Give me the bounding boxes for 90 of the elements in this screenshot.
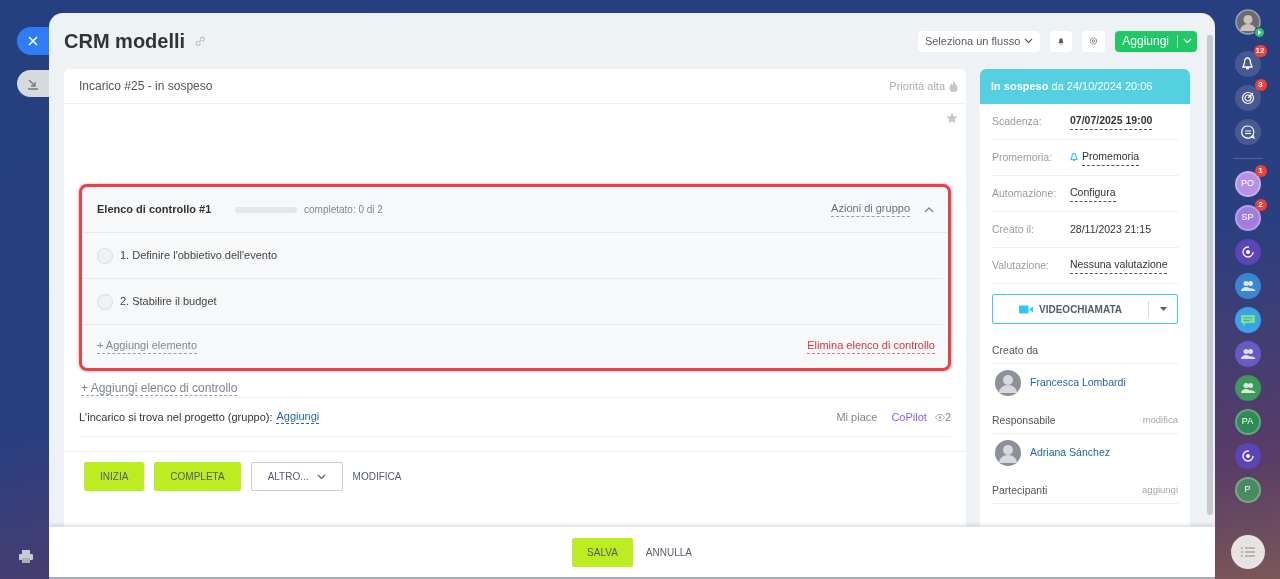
progress-text: completato: 0 di 2 [304,203,383,217]
badge-count: 2 [1254,199,1267,211]
add-checklist-link[interactable]: + Aggiungi elenco di controllo [81,381,238,396]
scrollbar[interactable] [1207,35,1213,515]
chat-icon [1240,125,1255,139]
edit-button[interactable]: MODIFICA [352,462,402,491]
badge-count: 1 [1254,165,1267,177]
badge-count: 12 [1253,45,1267,57]
action-button[interactable]: INIZIA [84,462,145,491]
star-icon[interactable] [946,112,958,124]
chevron-down-icon [1024,38,1034,44]
play-icon [1253,27,1265,38]
swirl-icon [1240,449,1255,463]
swirl-icon [1240,245,1255,259]
sidebar-button[interactable] [1234,119,1261,145]
checkbox[interactable] [97,293,113,310]
more-dropdown[interactable]: ALTRO... [250,462,343,491]
sidebar-button[interactable] [1234,239,1261,265]
group-icon [1239,348,1256,360]
field-label: Scadenza: [992,113,1043,129]
project-add-link[interactable]: Aggiungi [276,409,320,425]
field-label: Creato il: [992,221,1035,237]
badge-count: 3 [1254,79,1267,91]
user-avatar[interactable] [1234,9,1261,35]
sidebar-button[interactable] [1234,273,1261,299]
field-label: Valutazione: [992,257,1050,273]
avatar [995,370,1021,396]
person-name-link[interactable]: Francesca Lombardi [1030,375,1126,391]
bell-icon [1070,153,1078,162]
field-value[interactable]: Nessuna valutazione [1070,257,1168,274]
section-heading: Creato da [992,342,1039,358]
sidebar-button[interactable] [1234,341,1261,367]
sidebar-button[interactable] [1234,307,1261,333]
checklist-item: 1. Definire l'obbietivo dell'evento [120,248,278,264]
group-icon [1239,280,1256,292]
collapse-icon [27,77,39,90]
video-camera-icon [1019,304,1033,314]
section-heading: Responsabile [992,412,1056,428]
field-label: Automazione: [992,185,1058,201]
field-value: 28/11/2023 21:15 [1070,221,1151,237]
video-call-button[interactable]: VIDEOCHIAMATA [992,294,1178,324]
field-value[interactable]: Configura [1070,185,1116,202]
notifications-button[interactable] [1234,51,1261,77]
section-heading: Partecipanti [992,482,1048,498]
flow-select[interactable]: Seleziona un flusso [917,30,1041,52]
chevron-up-icon[interactable] [924,206,934,213]
copilot-link[interactable]: CoPilot [891,408,927,426]
task-title: Incarico #25 - in sospeso [79,78,213,95]
menu-icon [1240,547,1255,557]
chat-avatar[interactable]: PA [1234,409,1261,435]
eye-icon [934,413,945,421]
checklist-item: 2. Stabilire il budget [120,294,217,310]
checklist-title: Elenco di controllo #1 [97,202,213,218]
action-button[interactable]: COMPLETA [154,462,241,491]
view-count: 2 [944,409,951,425]
add-item-link[interactable]: + Aggiungi elemento [97,339,197,354]
chevron-down-icon [316,473,326,480]
project-label: L'incarico si trova nel progetto (gruppo): [79,409,273,425]
sidebar-button[interactable] [1234,443,1261,469]
chat-avatar[interactable]: P [1234,477,1261,503]
bell-icon [1241,57,1254,71]
sidebar-button[interactable] [1234,85,1261,111]
like-link[interactable]: Mi piace [836,408,878,426]
checkbox[interactable] [97,247,113,264]
group-actions-link[interactable]: Azioni di gruppo [831,202,910,217]
menu-button[interactable] [1230,535,1265,569]
sidebar-button[interactable] [1234,375,1261,401]
chat-bubble-icon [1239,313,1256,327]
field-label: Promemoria: [992,149,1054,165]
section-action-link[interactable]: modifica [1142,413,1178,428]
printer-icon[interactable] [19,550,33,563]
close-button[interactable] [17,27,49,55]
save-button[interactable]: SALVA [572,537,633,567]
field-value[interactable]: Promemoria [1082,149,1140,166]
group-icon [1239,382,1256,394]
caret-icon[interactable] [1159,307,1167,311]
field-value[interactable]: 07/07/2025 19:00 [1070,113,1153,130]
section-action-link[interactable]: aggiungi [1142,483,1178,498]
close-icon [28,36,38,46]
cancel-button[interactable]: ANNULLA [645,544,692,560]
person-name-link[interactable]: Adriana Sánchez [1030,445,1110,461]
target-icon [1240,91,1255,105]
settings-icon [1089,35,1099,47]
collapse-button[interactable] [17,70,49,97]
page-title: CRM modelli [64,29,186,53]
status-text: In sospeso da 24/10/2024 20:06 [991,79,1153,95]
chevron-down-icon [1183,38,1192,44]
delete-checklist-link[interactable]: Elimina elenco di controllo [807,339,935,354]
avatar [995,440,1021,466]
notification-button[interactable] [1050,30,1073,52]
